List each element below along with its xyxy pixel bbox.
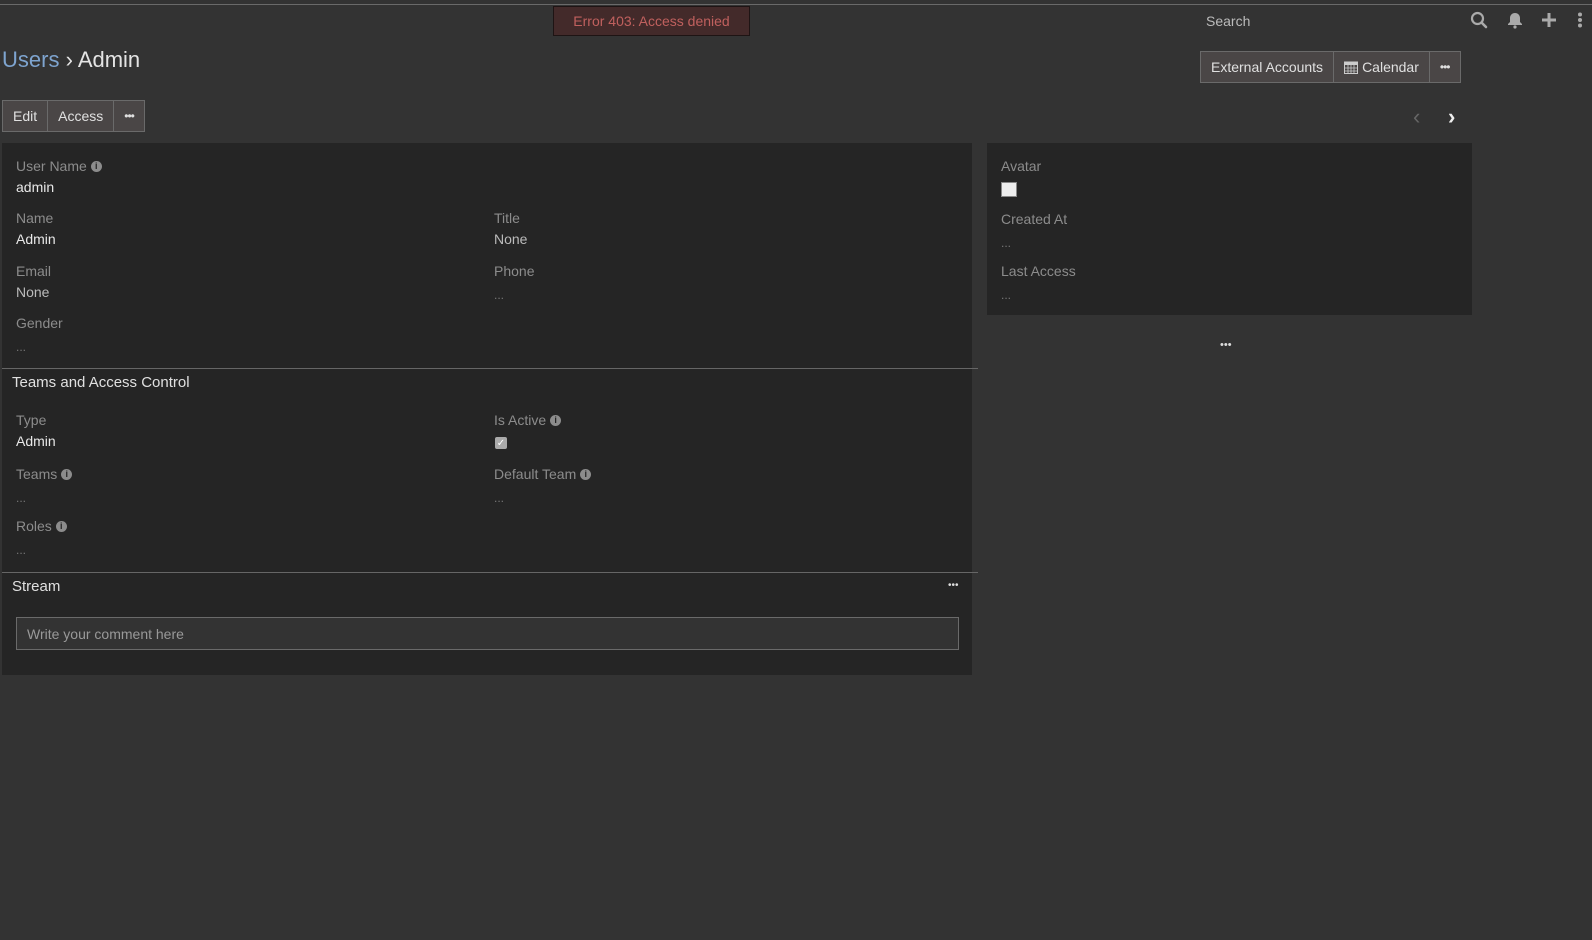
name-value: Admin	[16, 231, 56, 247]
avatar-label: Avatar	[1001, 158, 1042, 174]
phone-value: ...	[494, 288, 505, 302]
access-button[interactable]: Access	[48, 101, 115, 131]
section-divider	[2, 368, 978, 369]
teams-section-title: Teams and Access Control	[12, 374, 190, 391]
top-border	[0, 4, 1592, 5]
stream-title: Stream	[12, 578, 61, 595]
header-more-button[interactable]: •••	[1430, 52, 1460, 82]
last-access-label: Last Access	[1001, 263, 1076, 279]
breadcrumb-separator: ›	[65, 47, 73, 72]
type-value: Admin	[16, 433, 56, 449]
email-value: None	[16, 284, 50, 300]
calendar-button[interactable]: Calendar	[1334, 52, 1430, 82]
breadcrumb-current: Admin	[77, 47, 141, 72]
is-active-label: Is Active i	[494, 412, 562, 428]
roles-label: Roles i	[16, 518, 67, 534]
external-accounts-button[interactable]: External Accounts	[1201, 52, 1335, 82]
menu-vertical-icon[interactable]	[1570, 10, 1590, 30]
stream-more-button[interactable]: •••	[948, 580, 959, 591]
title-value: None	[494, 231, 528, 247]
actions-more-button[interactable]: •••	[114, 101, 144, 131]
last-access-value: ...	[1001, 288, 1012, 302]
is-active-checkbox: ✓	[495, 437, 507, 449]
search-icon[interactable]	[1469, 10, 1489, 30]
created-at-label: Created At	[1001, 211, 1068, 227]
breadcrumb-users-link[interactable]: Users	[2, 47, 59, 72]
name-label: Name	[16, 210, 54, 226]
main-panel	[2, 143, 972, 675]
phone-label: Phone	[494, 263, 535, 279]
teams-label: Teams i	[16, 466, 73, 482]
info-icon[interactable]: i	[90, 160, 102, 172]
next-record-icon[interactable]: ›	[1448, 104, 1455, 130]
action-button-group: Edit Access •••	[2, 100, 145, 132]
calendar-label: Calendar	[1362, 59, 1419, 75]
email-label: Email	[16, 263, 52, 279]
roles-value: ...	[16, 543, 27, 557]
section-divider	[2, 572, 978, 573]
side-panel	[987, 143, 1472, 315]
avatar-image-placeholder-icon	[1001, 182, 1017, 197]
created-at-value: ...	[1001, 236, 1012, 250]
user-name-label: User Name i	[16, 158, 102, 174]
header-button-group: External Accounts Calendar •••	[1200, 51, 1461, 83]
calendar-icon	[1344, 60, 1359, 74]
plus-icon[interactable]	[1539, 10, 1559, 30]
bell-icon[interactable]	[1505, 10, 1525, 30]
info-icon[interactable]: i	[580, 468, 592, 480]
side-more-button[interactable]: •••	[1220, 339, 1232, 351]
default-team-value: ...	[494, 491, 505, 505]
type-label: Type	[16, 412, 47, 428]
teams-value: ...	[16, 491, 27, 505]
gender-label: Gender	[16, 315, 63, 331]
edit-button[interactable]: Edit	[3, 101, 49, 131]
error-alert: Error 403: Access denied	[553, 6, 750, 36]
info-icon[interactable]: i	[550, 414, 562, 426]
title-label: Title	[494, 210, 520, 226]
search-input[interactable]: Search	[1206, 13, 1250, 29]
default-team-label: Default Team i	[494, 466, 592, 482]
gender-value: ...	[16, 340, 27, 354]
user-name-value: admin	[16, 179, 55, 195]
breadcrumb: Users › Admin	[2, 47, 140, 73]
comment-input[interactable]: Write your comment here	[16, 617, 959, 650]
info-icon[interactable]: i	[55, 520, 67, 532]
info-icon[interactable]: i	[61, 468, 73, 480]
previous-record-icon[interactable]: ‹	[1413, 104, 1420, 130]
